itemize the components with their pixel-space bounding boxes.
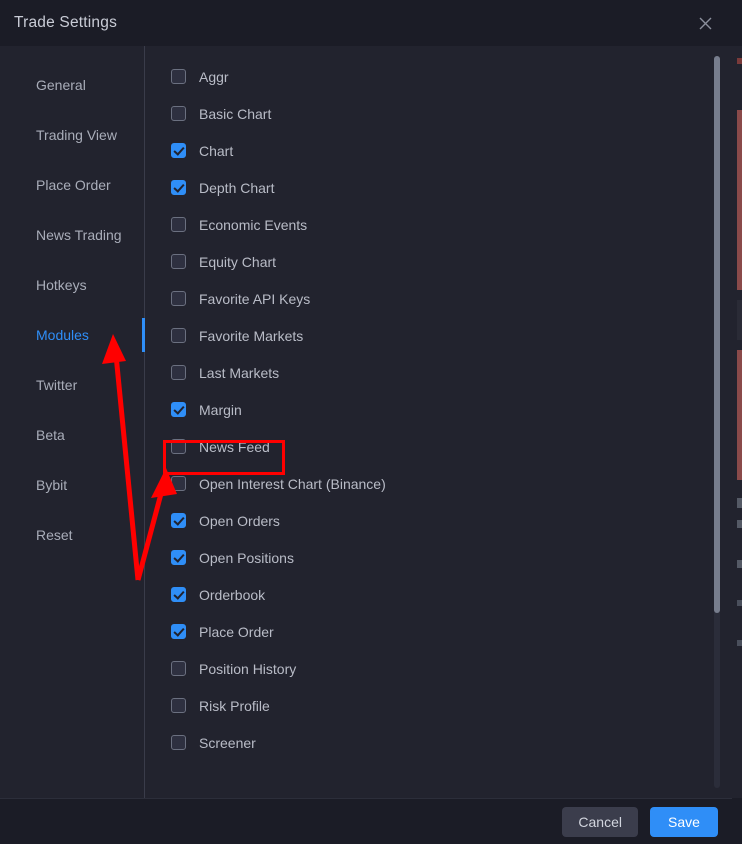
- module-label: Last Markets: [199, 364, 280, 381]
- sidebar-item-label: Hotkeys: [36, 277, 87, 293]
- module-label: Favorite API Keys: [199, 290, 311, 307]
- sidebar-item-label: Twitter: [36, 377, 78, 393]
- save-button[interactable]: Save: [650, 806, 718, 837]
- checkbox-icon[interactable]: [171, 624, 186, 639]
- dialog-header: Trade Settings: [0, 0, 732, 46]
- module-label: Margin: [199, 401, 242, 418]
- sidebar-item-label: Reset: [36, 527, 73, 543]
- checkbox-icon[interactable]: [171, 550, 186, 565]
- module-row[interactable]: Open Orders: [171, 502, 732, 539]
- sidebar-item-label: General: [36, 77, 86, 93]
- module-row[interactable]: Screener: [171, 724, 732, 761]
- module-row[interactable]: Open Interest Chart (Binance): [171, 465, 732, 502]
- checkbox-icon[interactable]: [171, 402, 186, 417]
- module-row[interactable]: News Feed: [171, 428, 732, 465]
- modules-panel: Aggr Basic Chart Chart Depth Chart Economic …: [145, 46, 732, 798]
- module-row[interactable]: Risk Profile: [171, 687, 732, 724]
- sidebar-item-label: News Trading: [36, 227, 122, 243]
- checkbox-icon[interactable]: [171, 217, 186, 232]
- modules-list[interactable]: Aggr Basic Chart Chart Depth Chart Economic …: [145, 46, 732, 798]
- cancel-button[interactable]: Cancel: [562, 806, 638, 837]
- module-row[interactable]: Depth Chart: [171, 169, 732, 206]
- checkbox-icon[interactable]: [171, 365, 186, 380]
- modules-scrollbar-thumb[interactable]: [714, 56, 720, 613]
- background-app-strip: [732, 0, 742, 844]
- sidebar-item-bybit[interactable]: Bybit: [0, 460, 144, 510]
- checkbox-icon[interactable]: [171, 180, 186, 195]
- module-label: Aggr: [199, 68, 229, 85]
- modules-scrollbar-track[interactable]: [714, 56, 720, 788]
- sidebar-item-label: Place Order: [36, 177, 111, 193]
- dialog-footer: Cancel Save: [0, 798, 732, 844]
- sidebar-item-label: Modules: [36, 327, 89, 343]
- checkbox-icon[interactable]: [171, 439, 186, 454]
- sidebar-item-place-order[interactable]: Place Order: [0, 160, 144, 210]
- screen: Trade Settings General Trading View Place …: [0, 0, 742, 844]
- settings-sidebar: General Trading View Place Order News Tradi…: [0, 46, 145, 798]
- sidebar-item-trading-view[interactable]: Trading View: [0, 110, 144, 160]
- module-label: Position History: [199, 660, 297, 677]
- module-label: Basic Chart: [199, 105, 272, 122]
- close-icon[interactable]: [690, 8, 720, 38]
- module-row[interactable]: Favorite API Keys: [171, 280, 732, 317]
- sidebar-item-label: Bybit: [36, 477, 68, 493]
- module-row[interactable]: Favorite Markets: [171, 317, 732, 354]
- checkbox-icon[interactable]: [171, 661, 186, 676]
- sidebar-item-beta[interactable]: Beta: [0, 410, 144, 460]
- checkbox-icon[interactable]: [171, 143, 186, 158]
- module-label: Chart: [199, 142, 234, 159]
- module-label: Place Order: [199, 623, 274, 640]
- module-row[interactable]: Margin: [171, 391, 732, 428]
- sidebar-item-news-trading[interactable]: News Trading: [0, 210, 144, 260]
- checkbox-icon[interactable]: [171, 587, 186, 602]
- sidebar-item-twitter[interactable]: Twitter: [0, 360, 144, 410]
- module-label: Risk Profile: [199, 697, 270, 714]
- sidebar-item-hotkeys[interactable]: Hotkeys: [0, 260, 144, 310]
- module-row[interactable]: Basic Chart: [171, 95, 732, 132]
- module-label: News Feed: [199, 438, 270, 455]
- dialog-title: Trade Settings: [14, 14, 118, 31]
- module-label: Open Orders: [199, 512, 280, 529]
- module-label: Open Positions: [199, 549, 294, 566]
- module-row[interactable]: Chart: [171, 132, 732, 169]
- sidebar-item-general[interactable]: General: [0, 60, 144, 110]
- checkbox-icon[interactable]: [171, 254, 186, 269]
- checkbox-icon[interactable]: [171, 698, 186, 713]
- sidebar-item-label: Trading View: [36, 127, 117, 143]
- module-label: Open Interest Chart (Binance): [199, 475, 386, 492]
- module-label: Depth Chart: [199, 179, 275, 196]
- module-row[interactable]: Equity Chart: [171, 243, 732, 280]
- sidebar-item-reset[interactable]: Reset: [0, 510, 144, 560]
- module-label: Favorite Markets: [199, 327, 304, 344]
- module-row[interactable]: Open Positions: [171, 539, 732, 576]
- module-row[interactable]: Last Markets: [171, 354, 732, 391]
- trade-settings-dialog: Trade Settings General Trading View Place …: [0, 0, 732, 844]
- module-label: Screener: [199, 734, 256, 751]
- checkbox-icon[interactable]: [171, 513, 186, 528]
- module-label: Equity Chart: [199, 253, 277, 270]
- checkbox-icon[interactable]: [171, 476, 186, 491]
- sidebar-item-modules[interactable]: Modules: [0, 310, 145, 360]
- dialog-body: General Trading View Place Order News Tradi…: [0, 46, 732, 798]
- module-row[interactable]: Orderbook: [171, 576, 732, 613]
- checkbox-icon[interactable]: [171, 735, 186, 750]
- checkbox-icon[interactable]: [171, 291, 186, 306]
- checkbox-icon[interactable]: [171, 328, 186, 343]
- module-row[interactable]: Place Order: [171, 613, 732, 650]
- module-row[interactable]: Economic Events: [171, 206, 732, 243]
- module-label: Orderbook: [199, 586, 266, 603]
- module-label: Economic Events: [199, 216, 308, 233]
- sidebar-item-label: Beta: [36, 427, 65, 443]
- checkbox-icon[interactable]: [171, 106, 186, 121]
- checkbox-icon[interactable]: [171, 69, 186, 84]
- module-row[interactable]: Position History: [171, 650, 732, 687]
- module-row[interactable]: Aggr: [171, 58, 732, 95]
